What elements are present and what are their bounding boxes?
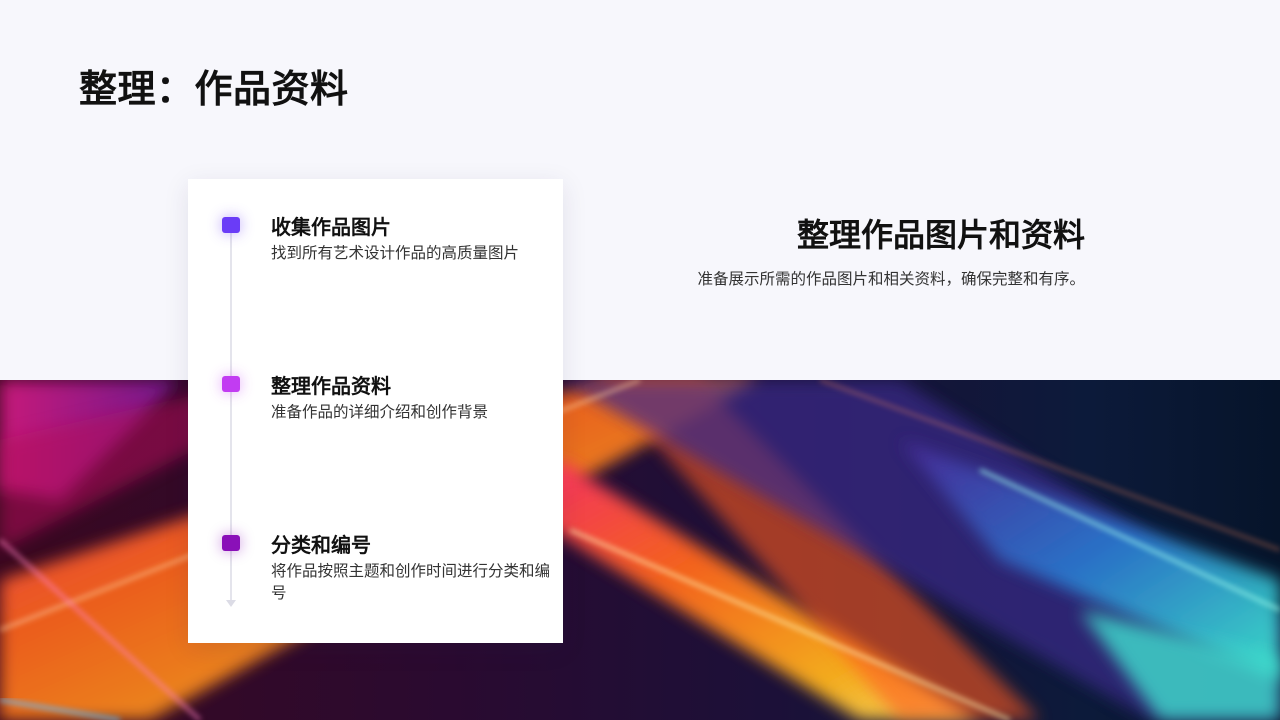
step-description: 找到所有艺术设计作品的高质量图片	[271, 244, 520, 262]
step-description: 将作品按照主题和创作时间进行分类和编号	[271, 562, 551, 602]
step-marker-icon	[222, 217, 240, 233]
step-marker-icon	[222, 376, 240, 392]
summary-heading: 整理作品图片和资料	[796, 216, 1085, 254]
step-marker-icon	[222, 535, 240, 551]
step-title: 收集作品图片	[271, 215, 391, 239]
timeline-arrow-icon	[226, 600, 236, 607]
step-title: 整理作品资料	[271, 374, 391, 398]
summary-subtext: 准备展示所需的作品图片和相关资料，确保完整和有序。	[697, 270, 1085, 288]
page-title: 整理：作品资料	[79, 67, 349, 111]
step-title: 分类和编号	[271, 533, 371, 557]
slide: 整理：作品资料 收集作品图片 找到所有艺术设计作品的高质量图片 整理作品资料 准…	[0, 0, 1280, 720]
timeline-card: 收集作品图片 找到所有艺术设计作品的高质量图片 整理作品资料 准备作品的详细介绍…	[188, 179, 563, 643]
step-description: 准备作品的详细介绍和创作背景	[271, 403, 489, 421]
